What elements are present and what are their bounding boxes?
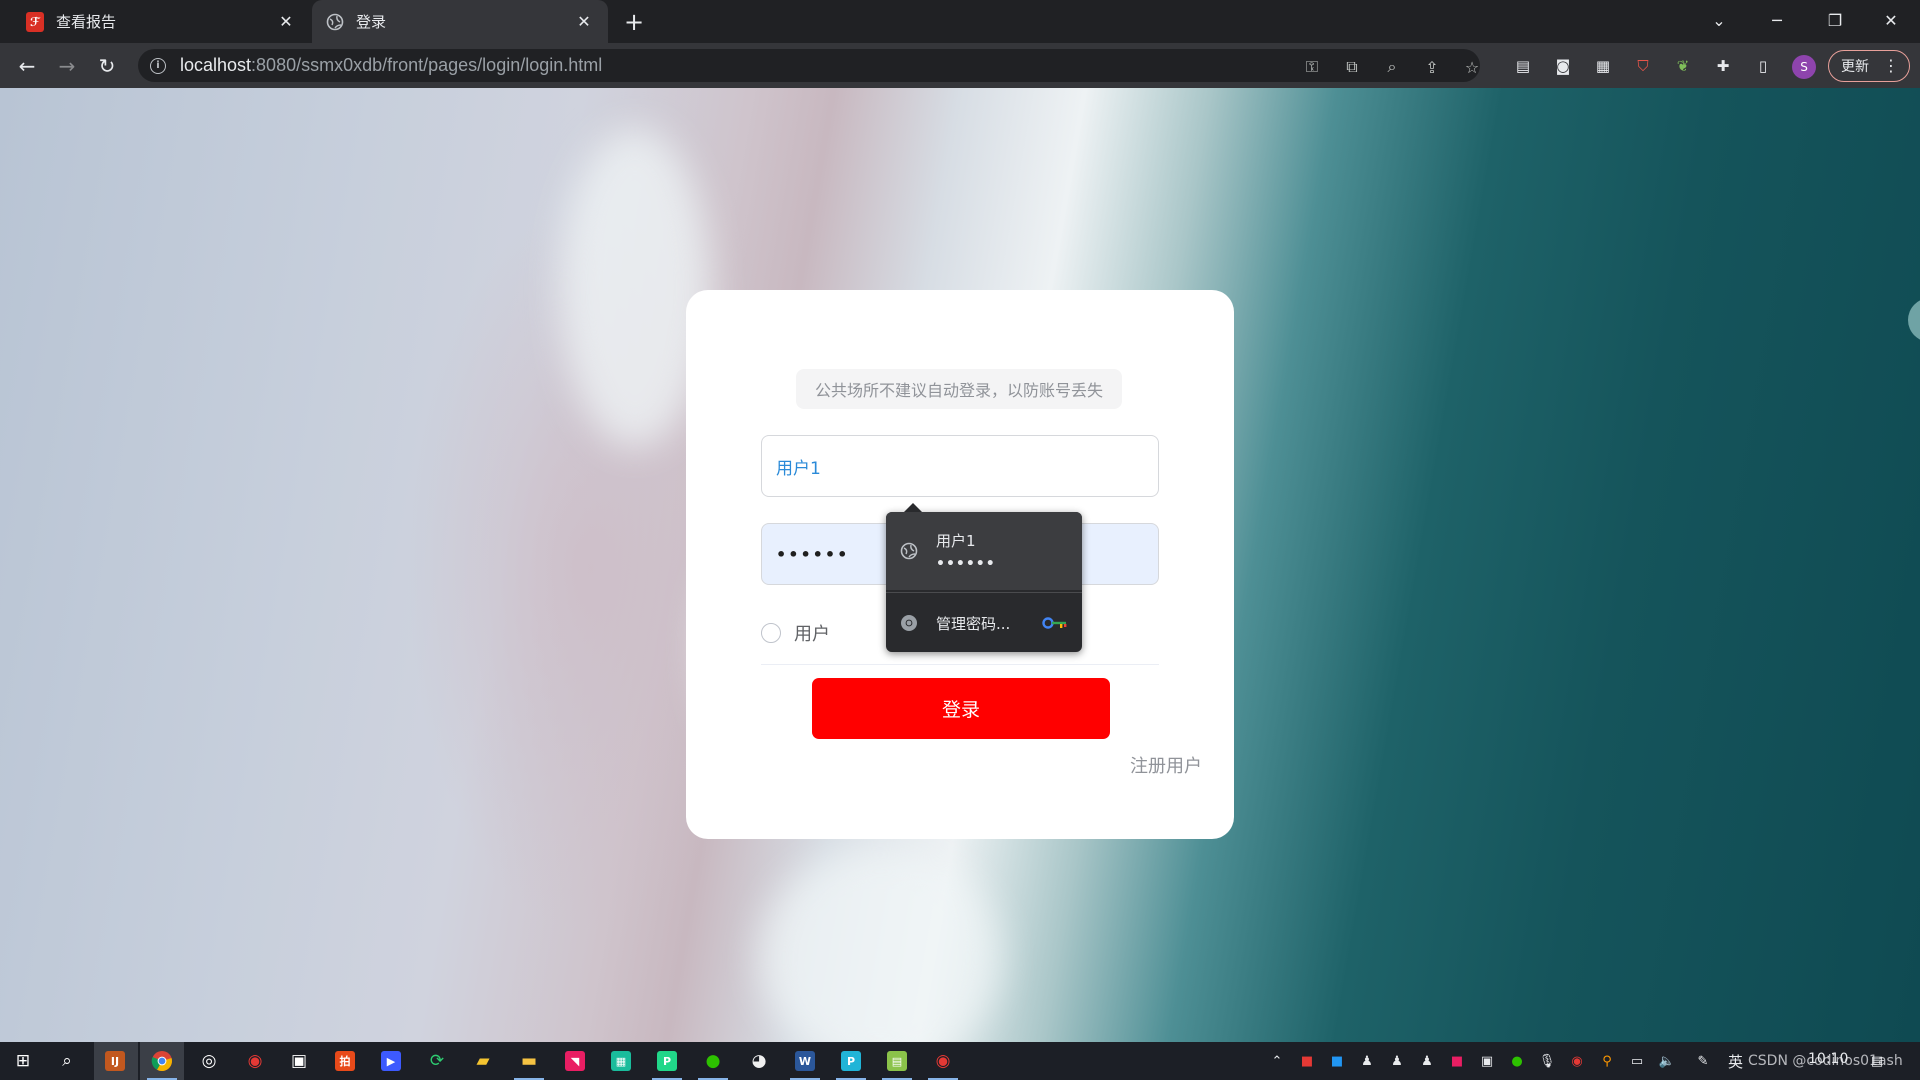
side-panel-icon[interactable]: ▯ xyxy=(1752,55,1774,77)
autofill-username: 用户1 xyxy=(936,532,976,550)
new-tab-button[interactable]: + xyxy=(620,8,648,36)
browser-toolbar: ← → ↻ i localhost:8080/ssmx0xdb/front/pa… xyxy=(0,43,1920,88)
background-foam xyxy=(760,848,1000,1042)
close-icon[interactable]: ✕ xyxy=(574,12,594,32)
pycharm-icon[interactable]: P xyxy=(836,1046,866,1076)
intellij-icon[interactable]: IJ xyxy=(100,1046,130,1076)
bookmark-star-icon[interactable]: ☆ xyxy=(1462,57,1482,77)
tray-app-icon[interactable]: ■ xyxy=(1298,1052,1316,1070)
video-app-icon[interactable]: ▶ xyxy=(376,1046,406,1076)
popup-caret xyxy=(904,503,922,512)
pink-app-icon[interactable]: ◥ xyxy=(560,1046,590,1076)
url-text: localhost:8080/ssmx0xdb/front/pages/logi… xyxy=(180,55,603,75)
pen-icon[interactable]: ✎ xyxy=(1694,1052,1712,1070)
username-input[interactable]: 用户1 xyxy=(761,435,1159,497)
globe-icon xyxy=(900,542,918,560)
search-icon[interactable]: ⌕ xyxy=(52,1046,82,1076)
autofill-password: •••••• xyxy=(936,556,996,572)
autofill-suggestion[interactable]: 用户1 •••••• xyxy=(886,512,1082,590)
profile-avatar[interactable]: S xyxy=(1792,55,1816,79)
address-bar[interactable]: i localhost:8080/ssmx0xdb/front/pages/lo… xyxy=(138,49,1480,82)
microphone-icon[interactable]: 🎙 xyxy=(1538,1052,1556,1070)
volume-icon[interactable]: 🔈 xyxy=(1658,1052,1676,1070)
image-extension-icon[interactable]: ▦ xyxy=(1592,55,1614,77)
sync-icon[interactable]: ⟳ xyxy=(422,1046,452,1076)
info-icon[interactable]: i xyxy=(150,57,166,74)
tab-login[interactable]: 登录 ✕ xyxy=(312,0,608,43)
back-icon[interactable]: ← xyxy=(12,51,42,81)
ime-indicator[interactable]: 英 xyxy=(1728,1051,1743,1072)
open-in-app-icon[interactable]: ⧉ xyxy=(1342,57,1362,77)
windows-start-icon[interactable]: ⊞ xyxy=(8,1046,38,1076)
pdf-icon: ℱ xyxy=(26,11,44,32)
screenshot-tool-icon[interactable]: ▣ xyxy=(284,1046,314,1076)
tray-app-icon[interactable]: ■ xyxy=(1448,1052,1466,1070)
share-icon[interactable]: ⇪ xyxy=(1422,57,1442,77)
update-button[interactable]: 更新 ⋮ xyxy=(1828,50,1910,82)
tab-report[interactable]: ℱ 查看报告 ✕ xyxy=(12,0,310,43)
key-icon[interactable]: ⚿ xyxy=(1302,57,1322,77)
google-key-icon xyxy=(1042,617,1067,629)
chrome-icon[interactable] xyxy=(147,1046,177,1076)
qq-icon[interactable]: ♟ xyxy=(1358,1052,1376,1070)
folder-app-icon[interactable]: ▰ xyxy=(468,1046,498,1076)
screen-recorder-icon[interactable]: ◉ xyxy=(928,1046,958,1076)
update-label: 更新 xyxy=(1841,59,1869,75)
pycharm-icon[interactable]: P xyxy=(652,1046,682,1076)
chevron-up-icon[interactable]: ⌃ xyxy=(1268,1052,1286,1070)
file-explorer-icon[interactable]: ▬ xyxy=(514,1046,544,1076)
media-app-icon[interactable]: ◕ xyxy=(744,1046,774,1076)
word-icon[interactable]: W xyxy=(790,1046,820,1076)
side-handle[interactable] xyxy=(1908,298,1920,342)
chrome-canary-icon[interactable]: ◎ xyxy=(194,1046,224,1076)
password-autofill-popup: 用户1 •••••• 管理密码... xyxy=(886,503,1082,652)
tray-app-icon[interactable]: ▣ xyxy=(1478,1052,1496,1070)
minimize-icon[interactable]: ─ xyxy=(1748,0,1806,40)
zoom-icon[interactable]: ⌕ xyxy=(1382,57,1402,77)
tray-app-icon[interactable]: ■ xyxy=(1328,1052,1346,1070)
reload-icon[interactable]: ↻ xyxy=(92,51,122,81)
record-icon[interactable]: ◉ xyxy=(240,1046,270,1076)
divider xyxy=(761,664,1159,665)
notification-icon[interactable]: ▤ xyxy=(1868,1052,1886,1070)
teal-app-icon[interactable]: ▦ xyxy=(606,1046,636,1076)
tab-strip: ℱ 查看报告 ✕ 登录 ✕ + ⌄ ─ ❐ ✕ xyxy=(0,0,1920,43)
translate-extension-icon[interactable]: ▤ xyxy=(1512,55,1534,77)
divider xyxy=(886,592,1082,593)
role-radio-user[interactable]: 用户 xyxy=(761,620,830,646)
tab-title: 查看报告 xyxy=(56,13,117,31)
shield-extension-icon[interactable]: ⛉ xyxy=(1632,55,1654,77)
security-tip: 公共场所不建议自动登录，以防账号丢失 xyxy=(796,369,1122,409)
record-icon[interactable]: ◉ xyxy=(1568,1052,1586,1070)
register-link[interactable]: 注册用户 xyxy=(1130,752,1202,778)
qq-icon[interactable]: ♟ xyxy=(1388,1052,1406,1070)
wechat-icon[interactable]: ● xyxy=(698,1046,728,1076)
chrome-icon xyxy=(901,615,917,631)
search-tray-icon[interactable]: ⚲ xyxy=(1598,1052,1616,1070)
globe-icon xyxy=(326,13,344,30)
menu-dots-icon: ⋮ xyxy=(1883,56,1899,75)
notepad-icon[interactable]: ▤ xyxy=(882,1046,912,1076)
red-app-icon[interactable]: 拍 xyxy=(330,1046,360,1076)
leaf-extension-icon[interactable]: ❦ xyxy=(1672,55,1694,77)
qq-icon[interactable]: ♟ xyxy=(1418,1052,1436,1070)
tab-title: 登录 xyxy=(356,13,387,31)
tab-search-icon[interactable]: ⌄ xyxy=(1690,0,1748,40)
wechat-icon[interactable]: ● xyxy=(1508,1052,1526,1070)
window-close-icon[interactable]: ✕ xyxy=(1862,0,1920,40)
network-icon[interactable]: ▭ xyxy=(1628,1052,1646,1070)
windows-taskbar: ⊞ ⌕ IJ ◎ ◉ ▣ 拍 ▶ ⟳ ▰ ▬ ◥ ▦ P ● ◕ W P ▤ ◉… xyxy=(0,1042,1920,1080)
forward-icon[interactable]: → xyxy=(52,51,82,81)
manage-passwords-link[interactable]: 管理密码... xyxy=(936,613,1010,634)
puzzle-icon[interactable]: ✚ xyxy=(1712,55,1734,77)
close-icon[interactable]: ✕ xyxy=(276,12,296,32)
radio-label: 用户 xyxy=(794,624,830,645)
radio-circle[interactable] xyxy=(761,623,781,643)
restore-icon[interactable]: ❐ xyxy=(1806,0,1864,40)
login-button[interactable]: 登录 xyxy=(812,678,1110,739)
camera-extension-icon[interactable]: ◙ xyxy=(1552,55,1574,77)
